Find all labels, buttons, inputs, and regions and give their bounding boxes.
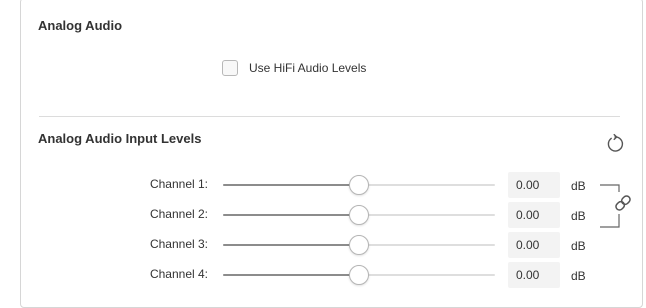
channel-3-slider-fill (223, 244, 359, 246)
analog-audio-title: Analog Audio (38, 18, 123, 33)
channel-2-label: Channel 2: (149, 207, 208, 221)
channel-2-slider[interactable] (223, 205, 495, 225)
channel-2-unit: dB (571, 209, 586, 223)
channel-4-slider-fill (223, 274, 359, 276)
channel-1-label: Channel 1: (149, 177, 208, 191)
reset-levels-button[interactable] (604, 132, 626, 154)
channel-3-slider-thumb[interactable] (349, 235, 369, 255)
channel-3-slider[interactable] (223, 235, 495, 255)
channel-1-unit: dB (571, 179, 586, 193)
channel-4-value-field[interactable]: 0.00 (508, 262, 560, 288)
channel-row-4: Channel 4: 0.00 dB (21, 262, 641, 288)
channel-4-label: Channel 4: (149, 267, 208, 281)
hifi-audio-levels-label[interactable]: Use HiFi Audio Levels (249, 61, 366, 75)
channel-4-unit: dB (571, 269, 586, 283)
channel-1-slider-fill (223, 184, 359, 186)
channel-row-3: Channel 3: 0.00 dB (21, 232, 641, 258)
channel-4-slider[interactable] (223, 265, 495, 285)
channel-1-slider[interactable] (223, 175, 495, 195)
link-icon (615, 195, 631, 211)
channel-row-2: Channel 2: 0.00 dB (21, 202, 641, 228)
hifi-audio-levels-option[interactable]: Use HiFi Audio Levels (222, 60, 366, 76)
analog-audio-panel: Analog Audio Use HiFi Audio Levels Analo… (20, 0, 643, 308)
channel-2-value-field[interactable]: 0.00 (508, 202, 560, 228)
channel-3-unit: dB (571, 239, 586, 253)
channel-3-label: Channel 3: (149, 237, 208, 251)
channel-2-slider-fill (223, 214, 359, 216)
hifi-audio-levels-checkbox[interactable] (222, 60, 238, 76)
channel-3-value-field[interactable]: 0.00 (508, 232, 560, 258)
channel-row-1: Channel 1: 0.00 dB (21, 172, 641, 198)
section-divider (39, 116, 620, 117)
channel-2-slider-thumb[interactable] (349, 205, 369, 225)
channel-1-slider-thumb[interactable] (349, 175, 369, 195)
link-channels-button[interactable] (612, 192, 634, 214)
channel-4-slider-thumb[interactable] (349, 265, 369, 285)
input-levels-title: Analog Audio Input Levels (38, 131, 202, 146)
reset-icon (607, 133, 624, 152)
channel-1-value-field[interactable]: 0.00 (508, 172, 560, 198)
